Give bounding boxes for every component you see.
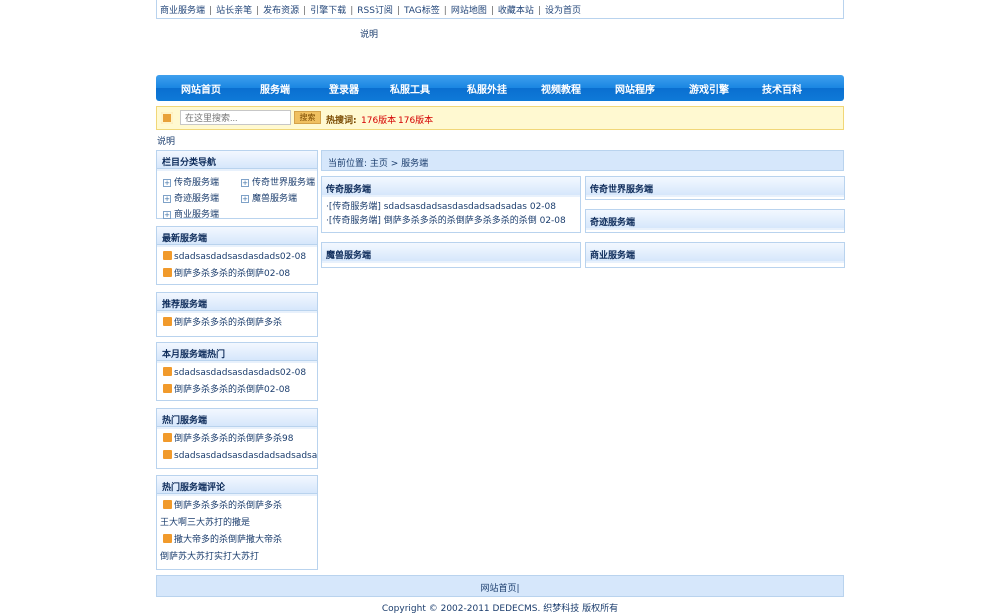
copyright-text: Copyright © 2002-2011 DEDECMS. 织梦科技 版权所有 — [381, 604, 619, 614]
nav-server[interactable]: 服务端 — [246, 81, 304, 96]
explain-text-header: 说明 — [360, 30, 379, 40]
rss-icon — [163, 367, 172, 376]
list-item[interactable]: ·[传奇服务端] 倒萨多杀多杀的杀倒萨多杀多杀的杀倒 02-08 — [322, 214, 580, 228]
list-item[interactable]: 撒大帝多的杀倒萨撒大帝杀 — [157, 532, 317, 549]
list-item[interactable]: 倒萨多杀多杀的杀倒萨多杀 — [157, 315, 317, 332]
category-item[interactable]: + 商业服务端 — [163, 207, 241, 220]
moshou-server-box: 魔兽服务端 — [321, 242, 581, 268]
plus-icon: + — [241, 195, 249, 203]
main-nav: 网站首页 服务端 登录器 私服工具 私服外挂 视频教程 网站程序 游戏引擎 技术… — [156, 75, 844, 101]
chuanqi-world-server-box: 传奇世界服务端 — [585, 176, 845, 200]
list-item[interactable]: sdadsasdadsasdasdads02-08 — [157, 365, 317, 382]
top-links-bar: 商业服务端 | 站长亲笔 | 发布资源 | 引擎下载 | RSS订阅 | TAG标签 | 网站地图 | 收藏… — [156, 0, 844, 19]
top-link-business[interactable]: 商业服务端 — [160, 6, 205, 16]
rss-icon — [163, 268, 172, 277]
top-link-homepage[interactable]: 设为首页 — [545, 6, 581, 16]
rss-icon — [163, 251, 172, 260]
hot-server-title: 热门服务端 — [157, 409, 317, 429]
nav-engine[interactable]: 游戏引擎 — [686, 81, 732, 96]
chuanqi-server-box: 传奇服务端 ·[传奇服务端] sdadsasdadsasdasdadsadsad… — [321, 176, 581, 233]
home-icon — [161, 112, 173, 124]
category-item[interactable]: + 传奇世界服务端 — [241, 175, 319, 188]
top-link-engine[interactable]: 引擎下载 — [310, 6, 346, 16]
nav-launcher[interactable]: 登录器 — [304, 81, 384, 96]
hot-word[interactable]: 176版本 — [361, 113, 396, 126]
rss-icon — [163, 317, 172, 326]
category-item[interactable]: + 传奇服务端 — [163, 175, 241, 188]
shangye-server-title: 商业服务端 — [586, 243, 844, 263]
category-item[interactable]: + 奇迹服务端 — [163, 191, 241, 204]
plus-icon: + — [241, 179, 249, 187]
category-nav-box: 栏目分类导航 + 传奇服务端 + 传奇世界服务端 + 奇迹服务端 + 魔兽服务端 + 商业… — [156, 150, 319, 220]
hot-comments-box: 热门服务端评论 倒萨多杀多杀的杀倒萨多杀 王大啊三大苏打的撒是 撒大帝多的杀倒萨… — [156, 475, 318, 570]
footer-links: 网站首页| — [156, 575, 844, 597]
plus-icon: + — [163, 195, 171, 203]
search-bar: 搜索 热搜词: 176版本 176版本 — [156, 106, 844, 130]
rss-icon — [163, 450, 172, 459]
top-link-publish[interactable]: 发布资源 — [263, 6, 299, 16]
shangye-server-box: 商业服务端 — [585, 242, 845, 268]
rss-icon — [163, 384, 172, 393]
rss-icon — [163, 500, 172, 509]
latest-server-title: 最新服务端 — [157, 227, 317, 247]
category-item[interactable]: + 魔兽服务端 — [241, 191, 319, 204]
list-item[interactable]: 倒萨多杀多杀的杀倒萨多杀 — [157, 498, 317, 515]
list-item[interactable]: 倒萨苏大苏打实打大苏打 — [157, 549, 317, 566]
rss-icon — [163, 433, 172, 442]
hot-server-box: 热门服务端 倒萨多杀多杀的杀倒萨多杀98 sdadsasdadsasdasdad… — [156, 408, 318, 469]
nav-programs[interactable]: 网站程序 — [584, 81, 686, 96]
nav-wiki[interactable]: 技术百科 — [732, 81, 832, 96]
list-item[interactable]: 王大啊三大苏打的撒是 — [157, 515, 317, 532]
rss-icon — [163, 534, 172, 543]
hot-words-label: 热搜词: — [326, 116, 357, 126]
latest-server-box: 最新服务端 sdadsasdadsasdasdads02-08 倒萨多杀多杀的杀… — [156, 226, 318, 285]
top-link-favorite[interactable]: 收藏本站 — [498, 6, 534, 16]
recommend-server-title: 推荐服务端 — [157, 293, 317, 313]
qiji-server-box: 奇迹服务端 — [585, 209, 845, 233]
top-link-sitemap[interactable]: 网站地图 — [451, 6, 487, 16]
month-hot-box: 本月服务端热门 sdadsasdadsasdasdads02-08 倒萨多杀多杀… — [156, 342, 318, 401]
plus-icon: + — [163, 179, 171, 187]
list-item[interactable]: 倒萨多杀多杀的杀倒萨02-08 — [157, 266, 317, 283]
list-item[interactable]: 倒萨多杀多杀的杀倒萨02-08 — [157, 382, 317, 399]
nav-tools[interactable]: 私服工具 — [384, 81, 436, 96]
recommend-server-box: 推荐服务端 倒萨多杀多杀的杀倒萨多杀 — [156, 292, 318, 337]
list-item[interactable]: 倒萨多杀多杀的杀倒萨多杀98 — [157, 431, 317, 448]
hot-comments-title: 热门服务端评论 — [157, 476, 317, 496]
chuanqi-world-server-title: 传奇世界服务端 — [586, 177, 844, 197]
qiji-server-title: 奇迹服务端 — [586, 210, 844, 230]
breadcrumb: 当前位置: 主页 > 服务端 — [321, 150, 844, 171]
search-input[interactable] — [180, 110, 291, 125]
search-button[interactable]: 搜索 — [294, 111, 321, 124]
moshou-server-title: 魔兽服务端 — [322, 243, 580, 263]
top-link-tags[interactable]: TAG标签 — [404, 6, 440, 16]
footer-home-link[interactable]: 网站首页| — [480, 584, 519, 594]
chuanqi-server-title: 传奇服务端 — [322, 177, 580, 197]
month-hot-title: 本月服务端热门 — [157, 343, 317, 363]
list-item[interactable]: sdadsasdadsasdasdadsadsadsadas — [157, 448, 317, 465]
category-nav-title: 栏目分类导航 — [157, 151, 317, 171]
list-item[interactable]: sdadsasdadsasdasdads02-08 — [157, 249, 317, 266]
nav-video[interactable]: 视频教程 — [538, 81, 584, 96]
plus-icon: + — [163, 211, 171, 219]
top-link-rss[interactable]: RSS订阅 — [357, 6, 393, 16]
top-link-webmaster[interactable]: 站长亲笔 — [216, 6, 252, 16]
explain-text: 说明 — [157, 137, 176, 147]
hot-word[interactable]: 176版本 — [398, 113, 433, 126]
list-item[interactable]: ·[传奇服务端] sdadsasdadsasdasdadsadsadas 02-… — [322, 200, 580, 214]
nav-home[interactable]: 网站首页 — [156, 81, 246, 96]
nav-plugins[interactable]: 私服外挂 — [436, 81, 538, 96]
